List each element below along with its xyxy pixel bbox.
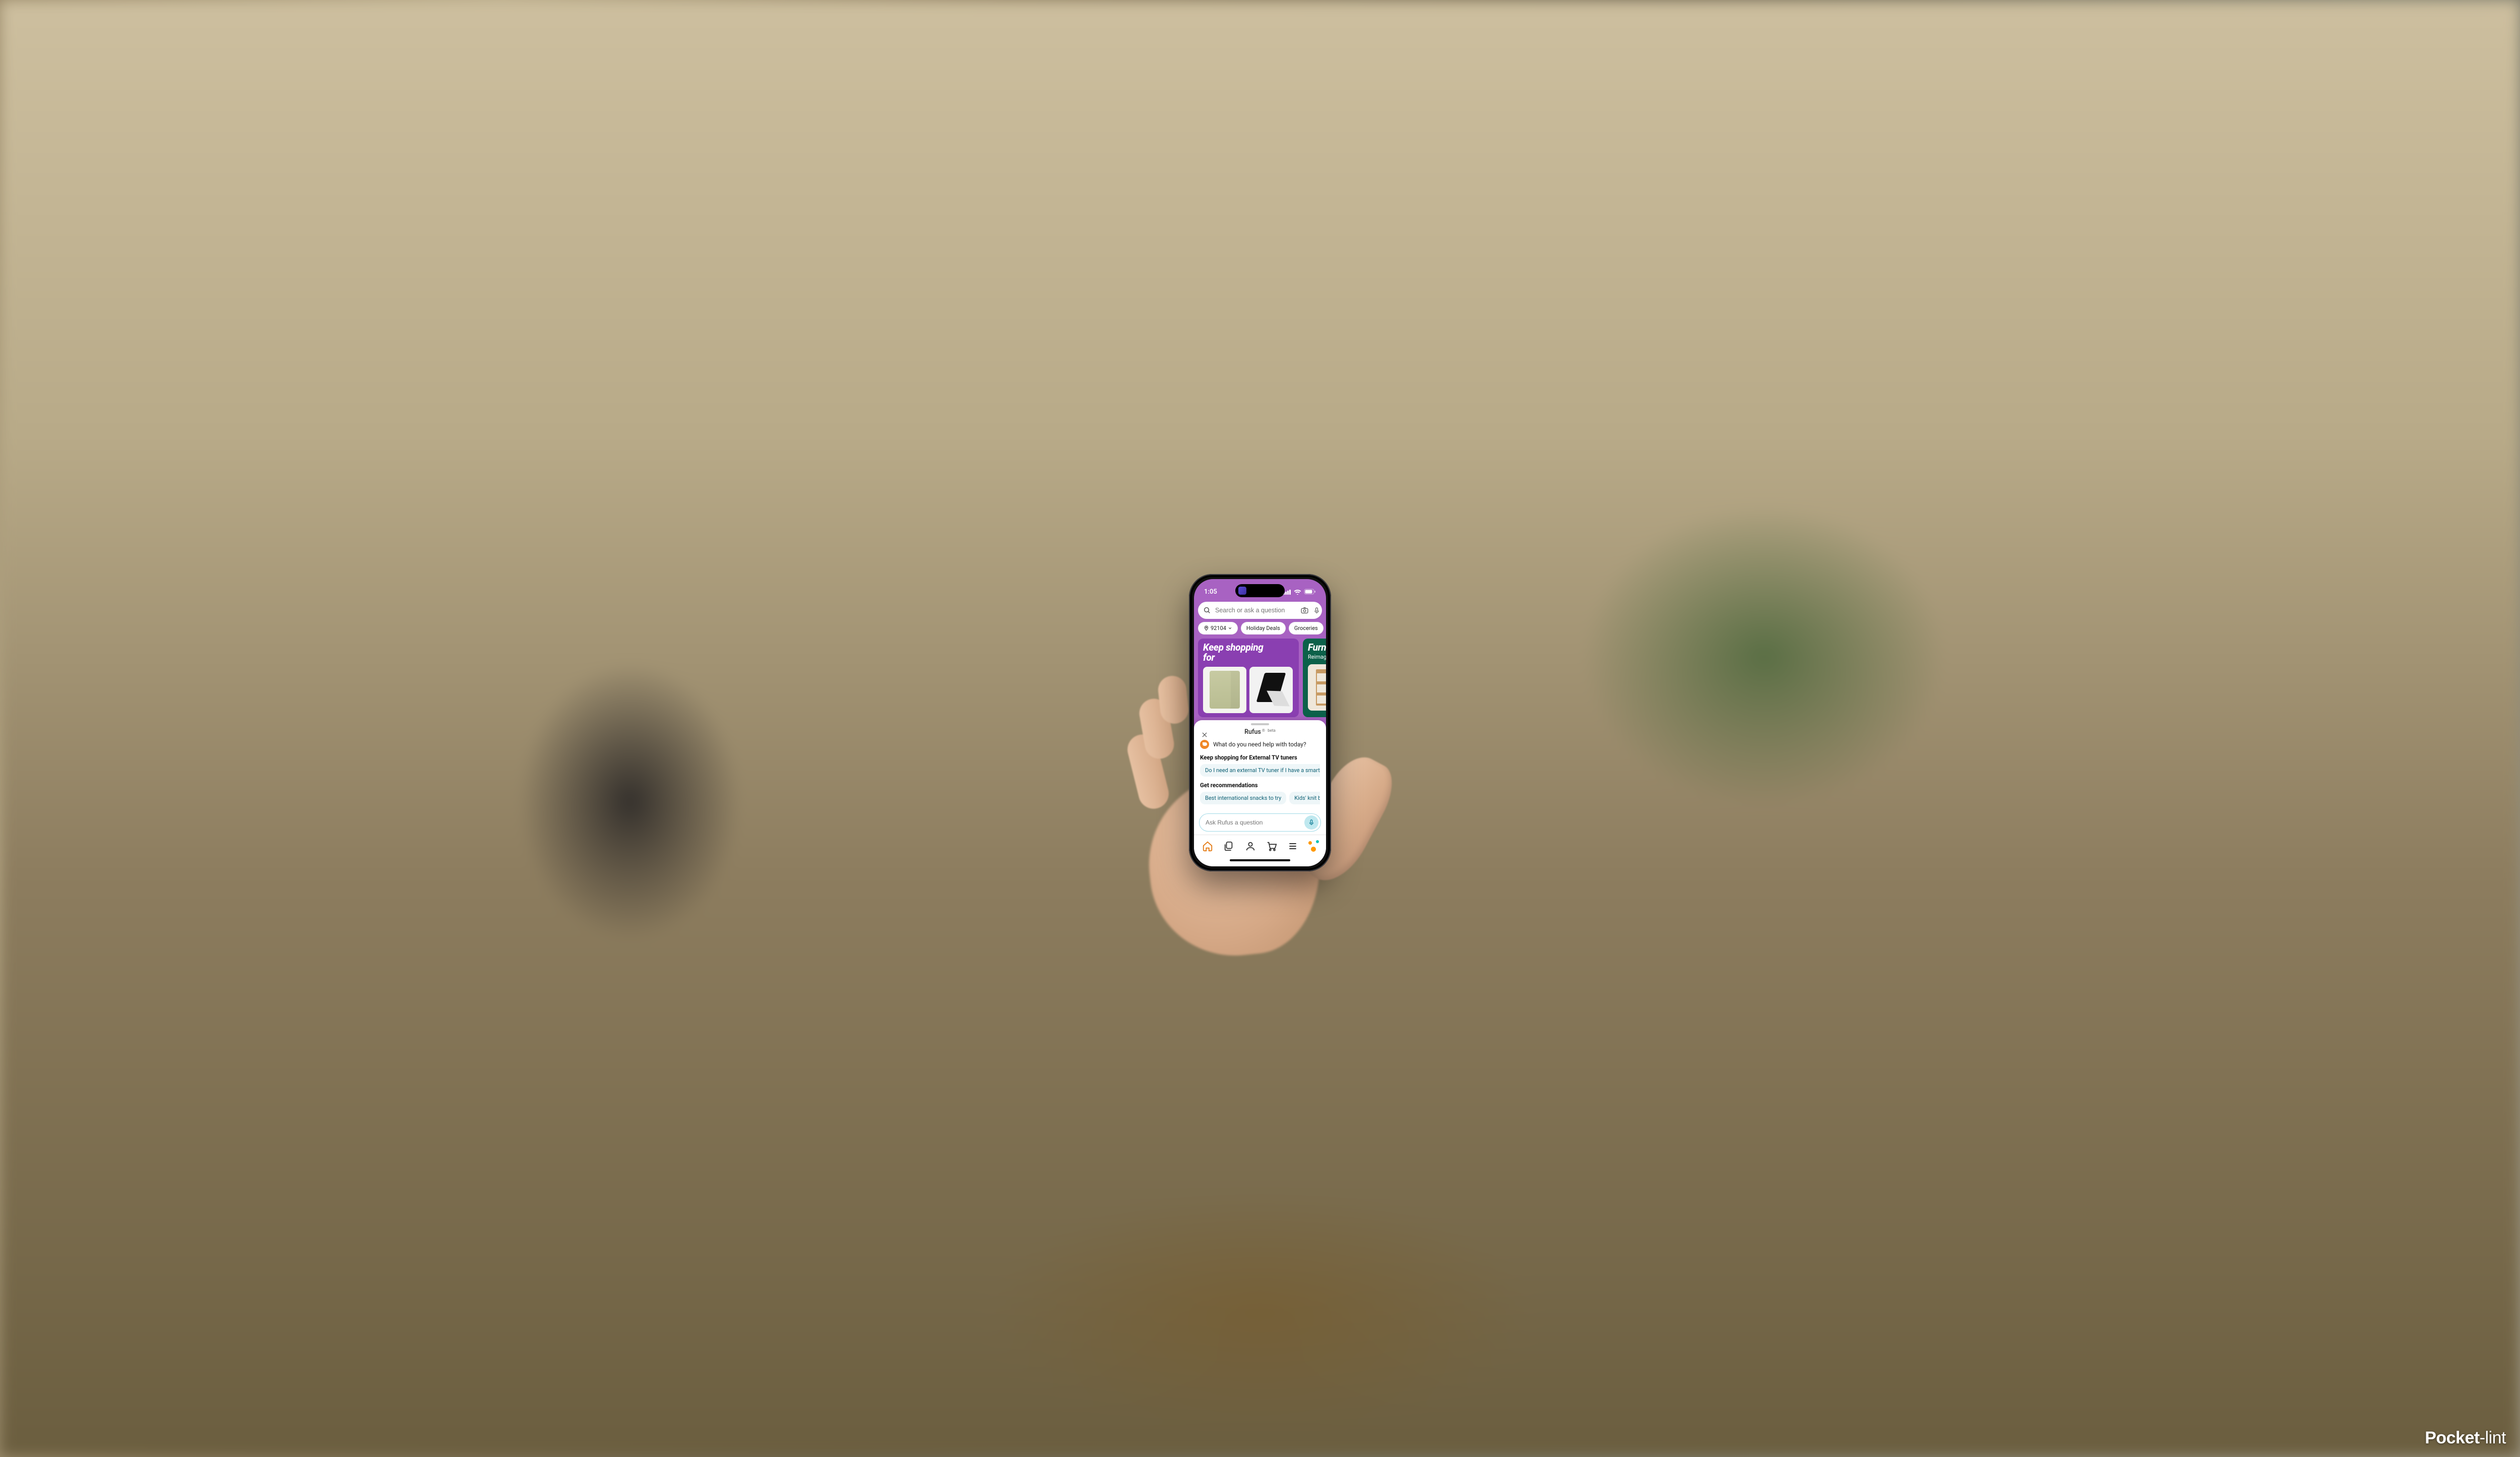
island-app-icon xyxy=(1238,587,1246,595)
mic-icon xyxy=(1308,818,1315,827)
menu-icon xyxy=(1288,841,1298,851)
wifi-icon xyxy=(1294,589,1301,595)
tab-menu[interactable] xyxy=(1285,838,1301,854)
product-thumb[interactable] xyxy=(1249,667,1293,713)
home-icon xyxy=(1202,841,1213,852)
tab-home[interactable] xyxy=(1200,838,1216,854)
location-chip[interactable]: 92104 xyxy=(1198,622,1238,635)
rufus-mic-button[interactable] xyxy=(1304,815,1318,830)
filter-chip[interactable]: Groceries xyxy=(1289,622,1324,635)
home-indicator[interactable] xyxy=(1194,857,1326,866)
search-input[interactable] xyxy=(1215,607,1296,614)
rufus-sheet[interactable]: Rufus®beta What do you need help with to… xyxy=(1194,720,1326,866)
watermark: Pocket-lint xyxy=(2425,1428,2506,1448)
furniture-card[interactable]: Furn Reimag xyxy=(1303,639,1326,717)
rufus-input[interactable] xyxy=(1206,819,1304,826)
suggestion-chip[interactable]: Kids' knit bea xyxy=(1289,792,1320,804)
search-icon xyxy=(1203,606,1211,614)
hero-carousel[interactable]: Keep shoppingfor Furn Reimag xyxy=(1194,639,1326,717)
bottom-tab-bar xyxy=(1194,835,1326,858)
chevron-down-icon xyxy=(1228,626,1232,630)
tab-inspire[interactable] xyxy=(1221,838,1237,854)
close-button[interactable] xyxy=(1199,729,1210,742)
location-chip-label: 92104 xyxy=(1211,625,1226,631)
tab-account[interactable] xyxy=(1242,838,1258,854)
close-icon xyxy=(1201,731,1208,738)
dynamic-island xyxy=(1235,584,1285,597)
phone-screen: 1:05 xyxy=(1194,579,1326,866)
search-bar[interactable] xyxy=(1198,602,1322,619)
layers-icon xyxy=(1223,841,1234,852)
card-subtitle: Reimag xyxy=(1308,654,1326,660)
mic-icon[interactable] xyxy=(1313,606,1320,615)
status-time: 1:05 xyxy=(1204,588,1217,596)
phone-frame: 1:05 xyxy=(1189,574,1331,871)
filter-chip-row: 92104 Holiday Deals Groceries Me xyxy=(1194,622,1326,639)
suggestion-chip[interactable]: Best international snacks to try xyxy=(1200,792,1286,804)
rufus-prompt: What do you need help with today? xyxy=(1213,741,1306,748)
sheet-title: Rufus®beta xyxy=(1244,728,1276,736)
suggestion-chip[interactable]: Do I need an external TV tuner if I have… xyxy=(1200,764,1320,777)
chip-label: Holiday Deals xyxy=(1246,625,1280,631)
rufus-section-heading: Get recommendations xyxy=(1200,782,1320,789)
product-thumb[interactable] xyxy=(1203,667,1246,713)
rufus-section-heading: Keep shopping for External TV tuners xyxy=(1200,754,1320,761)
rufus-dot-icon xyxy=(1308,841,1312,845)
rufus-dot-icon xyxy=(1311,847,1316,852)
tab-cart[interactable] xyxy=(1264,838,1280,854)
filter-chip[interactable]: Holiday Deals xyxy=(1241,622,1286,635)
rufus-dot-icon xyxy=(1316,840,1319,843)
rufus-input-bar[interactable] xyxy=(1199,813,1321,832)
camera-icon[interactable] xyxy=(1300,606,1309,615)
tab-rufus[interactable] xyxy=(1306,839,1320,853)
user-icon xyxy=(1245,841,1256,852)
card-title: Furn xyxy=(1308,643,1326,653)
chip-label: Groceries xyxy=(1294,625,1318,631)
product-thumb[interactable] xyxy=(1308,664,1326,711)
keep-shopping-card[interactable]: Keep shoppingfor xyxy=(1198,639,1299,717)
card-title: Keep shoppingfor xyxy=(1203,643,1294,663)
battery-icon xyxy=(1304,589,1316,595)
cart-icon xyxy=(1266,841,1278,852)
